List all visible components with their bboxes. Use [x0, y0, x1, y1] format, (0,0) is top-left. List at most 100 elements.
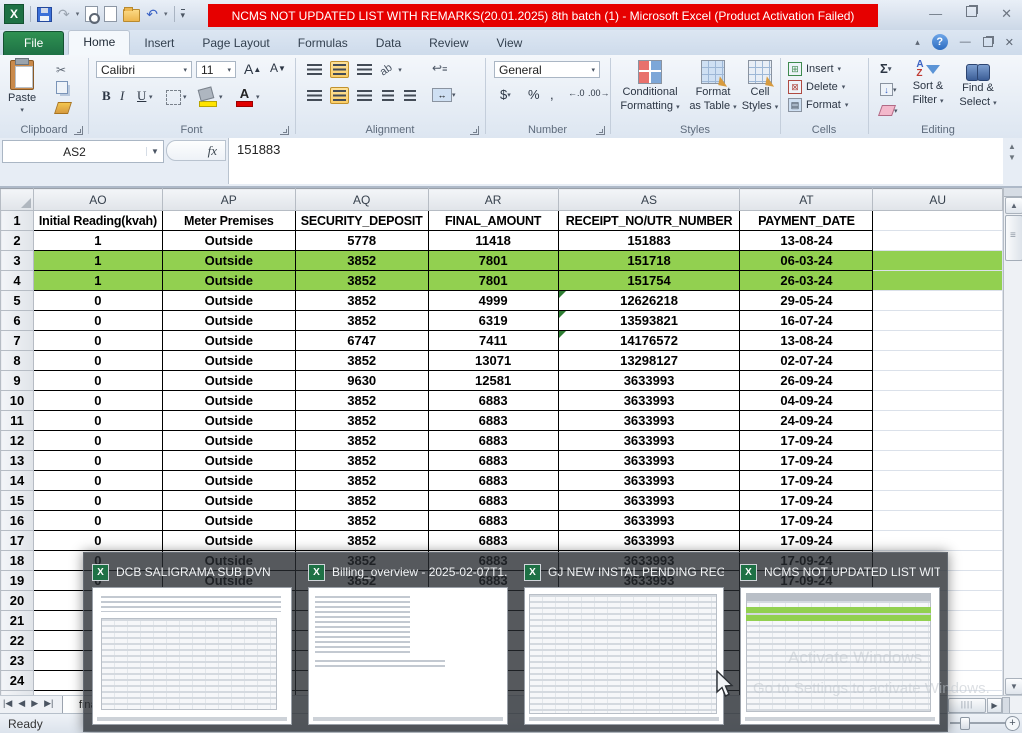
cell[interactable]: 3852: [295, 291, 428, 311]
tab-data[interactable]: Data: [362, 32, 415, 55]
open-folder-icon[interactable]: [123, 9, 140, 22]
cell[interactable]: 3633993: [558, 531, 740, 551]
row-header[interactable]: 15: [1, 491, 34, 511]
currency-format-button[interactable]: $▾: [496, 86, 515, 103]
cell[interactable]: Outside: [162, 271, 295, 291]
borders-icon[interactable]: [166, 90, 181, 105]
collapse-ribbon-icon[interactable]: ▴: [915, 37, 920, 48]
cell[interactable]: 6883: [428, 491, 558, 511]
vertical-scrollbar[interactable]: ▲ ▼: [1003, 188, 1022, 695]
row-header[interactable]: 8: [1, 351, 34, 371]
conditional-formatting-button[interactable]: Conditional Formatting ▾: [618, 60, 682, 112]
cell[interactable]: Outside: [162, 431, 295, 451]
cell[interactable]: [873, 251, 1003, 271]
clear-button[interactable]: ▾: [876, 104, 902, 117]
cell[interactable]: [873, 331, 1003, 351]
cell[interactable]: 29-05-24: [740, 291, 873, 311]
cell[interactable]: PAYMENT_DATE: [740, 211, 873, 231]
tab-review[interactable]: Review: [415, 32, 482, 55]
fill-color-icon[interactable]: [199, 88, 217, 107]
qat-customize-icon[interactable]: ▾: [181, 9, 186, 19]
workbook-minimize-button[interactable]: —: [960, 36, 971, 48]
cell[interactable]: 0: [33, 371, 162, 391]
row-header[interactable]: 16: [1, 511, 34, 531]
align-bottom-button[interactable]: [355, 62, 374, 77]
taskbar-preview-card[interactable]: XDCB SALIGRAMA SUB DVN: [92, 557, 292, 731]
cell[interactable]: 3633993: [558, 371, 740, 391]
row-header[interactable]: 3: [1, 251, 34, 271]
increase-decimal-icon[interactable]: ←.0: [568, 88, 585, 98]
cell[interactable]: 0: [33, 431, 162, 451]
help-icon[interactable]: ?: [932, 34, 948, 50]
column-header-as[interactable]: AS: [558, 189, 740, 211]
row-header[interactable]: 13: [1, 451, 34, 471]
cell[interactable]: 0: [33, 531, 162, 551]
last-sheet-icon[interactable]: ▶|: [44, 698, 53, 709]
cell[interactable]: Initial Reading(kvah): [33, 211, 162, 231]
cell[interactable]: 12626218: [558, 291, 740, 311]
cell[interactable]: 0: [33, 331, 162, 351]
split-handle[interactable]: [1004, 188, 1022, 197]
scroll-down-icon[interactable]: ▼: [1005, 678, 1022, 695]
cell[interactable]: [873, 291, 1003, 311]
cell[interactable]: 1: [33, 251, 162, 271]
align-right-button[interactable]: [355, 88, 374, 103]
cell[interactable]: 0: [33, 311, 162, 331]
cut-button[interactable]: ✂: [56, 63, 66, 77]
cell[interactable]: 17-09-24: [740, 431, 873, 451]
taskbar-preview-card[interactable]: XBilling_overview - 2025-02-07T1...: [308, 557, 508, 731]
find-select-button[interactable]: Find & Select ▾: [955, 60, 1001, 108]
cell[interactable]: 3633993: [558, 511, 740, 531]
font-size-select[interactable]: 11▾: [196, 61, 236, 78]
row-header[interactable]: 7: [1, 331, 34, 351]
grow-font-button[interactable]: A▲: [240, 60, 265, 78]
cell[interactable]: 3852: [295, 531, 428, 551]
cell[interactable]: Outside: [162, 451, 295, 471]
redo-icon[interactable]: ↷: [58, 7, 70, 21]
excel-logo-icon[interactable]: X: [4, 4, 24, 24]
decrease-decimal-icon[interactable]: .00→: [588, 88, 610, 98]
cell[interactable]: 3852: [295, 311, 428, 331]
insert-function-button[interactable]: fx: [166, 140, 226, 161]
shrink-font-button[interactable]: A▼: [266, 60, 290, 76]
cell[interactable]: 3633993: [558, 491, 740, 511]
preview-thumbnail[interactable]: [92, 587, 292, 725]
cell[interactable]: 0: [33, 291, 162, 311]
formula-input[interactable]: 151883: [228, 138, 1003, 184]
cell[interactable]: 3852: [295, 351, 428, 371]
cell[interactable]: [873, 351, 1003, 371]
cell[interactable]: Outside: [162, 351, 295, 371]
formula-bar-expand-icon[interactable]: ▲▼: [1005, 142, 1019, 180]
format-cells-button[interactable]: ▤ Format▾: [788, 98, 848, 112]
preview-thumbnail[interactable]: [308, 587, 508, 725]
cell[interactable]: 14176572: [558, 331, 740, 351]
scroll-right-icon[interactable]: ▶: [987, 698, 1002, 713]
cell[interactable]: [873, 511, 1003, 531]
tab-file[interactable]: File: [3, 31, 64, 55]
cell[interactable]: 6883: [428, 531, 558, 551]
cell[interactable]: 3852: [295, 431, 428, 451]
orientation-dropdown-icon[interactable]: ▾: [398, 66, 402, 74]
row-header[interactable]: 19: [1, 571, 34, 591]
row-header[interactable]: 4: [1, 271, 34, 291]
sort-filter-button[interactable]: AZ Sort & Filter ▾: [905, 60, 951, 106]
row-header[interactable]: 10: [1, 391, 34, 411]
cell[interactable]: Outside: [162, 471, 295, 491]
cell[interactable]: 13298127: [558, 351, 740, 371]
row-header[interactable]: 22: [1, 631, 34, 651]
cell[interactable]: Outside: [162, 251, 295, 271]
cell[interactable]: [873, 471, 1003, 491]
cell[interactable]: 17-09-24: [740, 531, 873, 551]
format-painter-icon[interactable]: [54, 102, 72, 114]
cell[interactable]: Outside: [162, 291, 295, 311]
alignment-dialog-launcher-icon[interactable]: [470, 126, 479, 135]
cell[interactable]: 0: [33, 351, 162, 371]
column-header-at[interactable]: AT: [740, 189, 873, 211]
cell-styles-button[interactable]: Cell Styles ▾: [740, 60, 780, 112]
row-header[interactable]: 23: [1, 651, 34, 671]
cell[interactable]: 6883: [428, 391, 558, 411]
preview-thumbnail[interactable]: [524, 587, 724, 725]
column-header-aq[interactable]: AQ: [295, 189, 428, 211]
align-top-button[interactable]: [305, 62, 324, 77]
cell[interactable]: Outside: [162, 311, 295, 331]
